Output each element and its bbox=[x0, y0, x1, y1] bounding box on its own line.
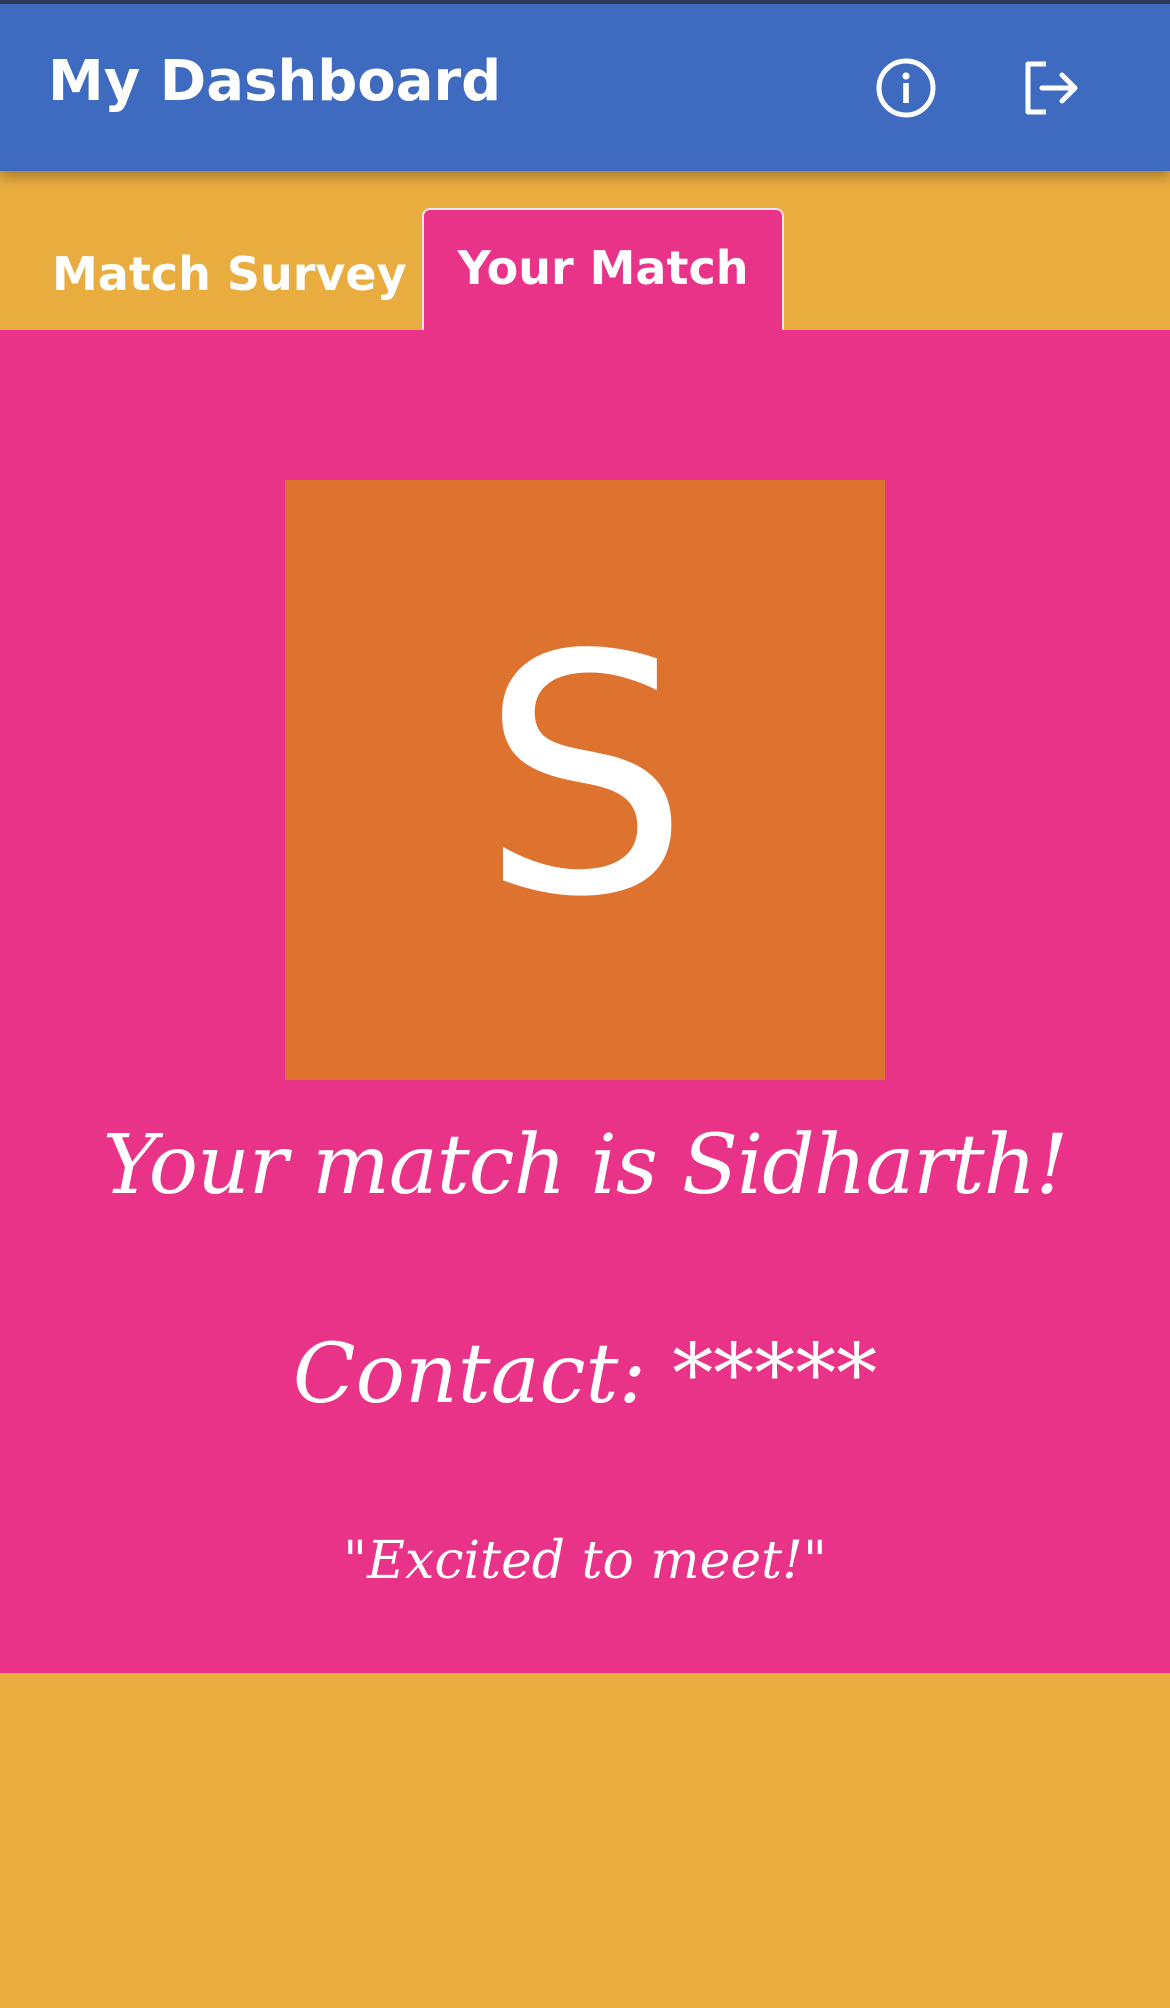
app-title: My Dashboard bbox=[48, 49, 502, 114]
app-bar: My Dashboard bbox=[0, 4, 1170, 171]
contact-info: Contact: ***** bbox=[292, 1327, 878, 1422]
tab-bar: Match Survey Your Match bbox=[0, 171, 1170, 330]
info-button[interactable] bbox=[870, 52, 942, 124]
tab-match-survey[interactable]: Match Survey bbox=[52, 251, 407, 297]
logout-icon bbox=[1025, 61, 1078, 115]
match-headline: Your match is Sidharth! bbox=[102, 1118, 1069, 1213]
logout-button[interactable] bbox=[1014, 52, 1086, 124]
avatar: S bbox=[285, 480, 885, 1080]
tab-your-match-label: Your Match bbox=[457, 241, 749, 295]
match-quote: "Excited to meet!" bbox=[343, 1531, 827, 1591]
avatar-letter: S bbox=[480, 585, 690, 969]
match-panel: S Your match is Sidharth! Contact: *****… bbox=[0, 330, 1170, 1673]
info-icon bbox=[876, 58, 936, 118]
tab-your-match[interactable]: Your Match bbox=[422, 208, 784, 330]
